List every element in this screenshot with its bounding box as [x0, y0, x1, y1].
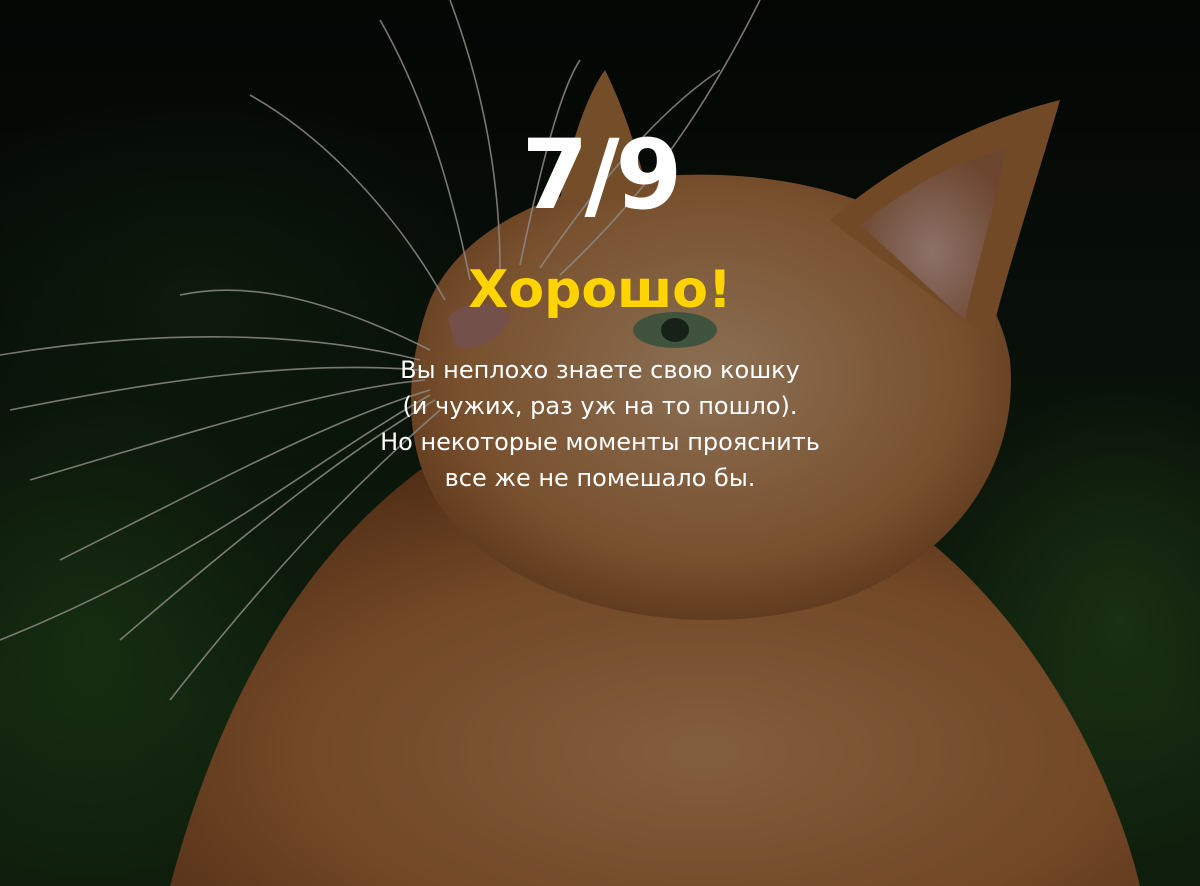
description-line: Вы неплохо знаете свою кошку — [400, 356, 800, 384]
score-text: 7/9 — [521, 119, 683, 231]
description-line: Но некоторые моменты прояснить — [380, 428, 820, 456]
description-line: все же не помешало бы. — [444, 464, 756, 492]
description-line: (и чужих, раз уж на то пошло). — [402, 392, 798, 420]
result-description: Вы неплохо знаете свою кошку (и чужих, р… — [0, 352, 1200, 496]
result-panel: 7/9 Хорошо! Вы неплохо знаете свою кошку… — [0, 120, 1200, 496]
quiz-result-screen: 7/9 Хорошо! Вы неплохо знаете свою кошку… — [0, 0, 1200, 886]
verdict-heading: Хорошо! — [468, 260, 732, 320]
